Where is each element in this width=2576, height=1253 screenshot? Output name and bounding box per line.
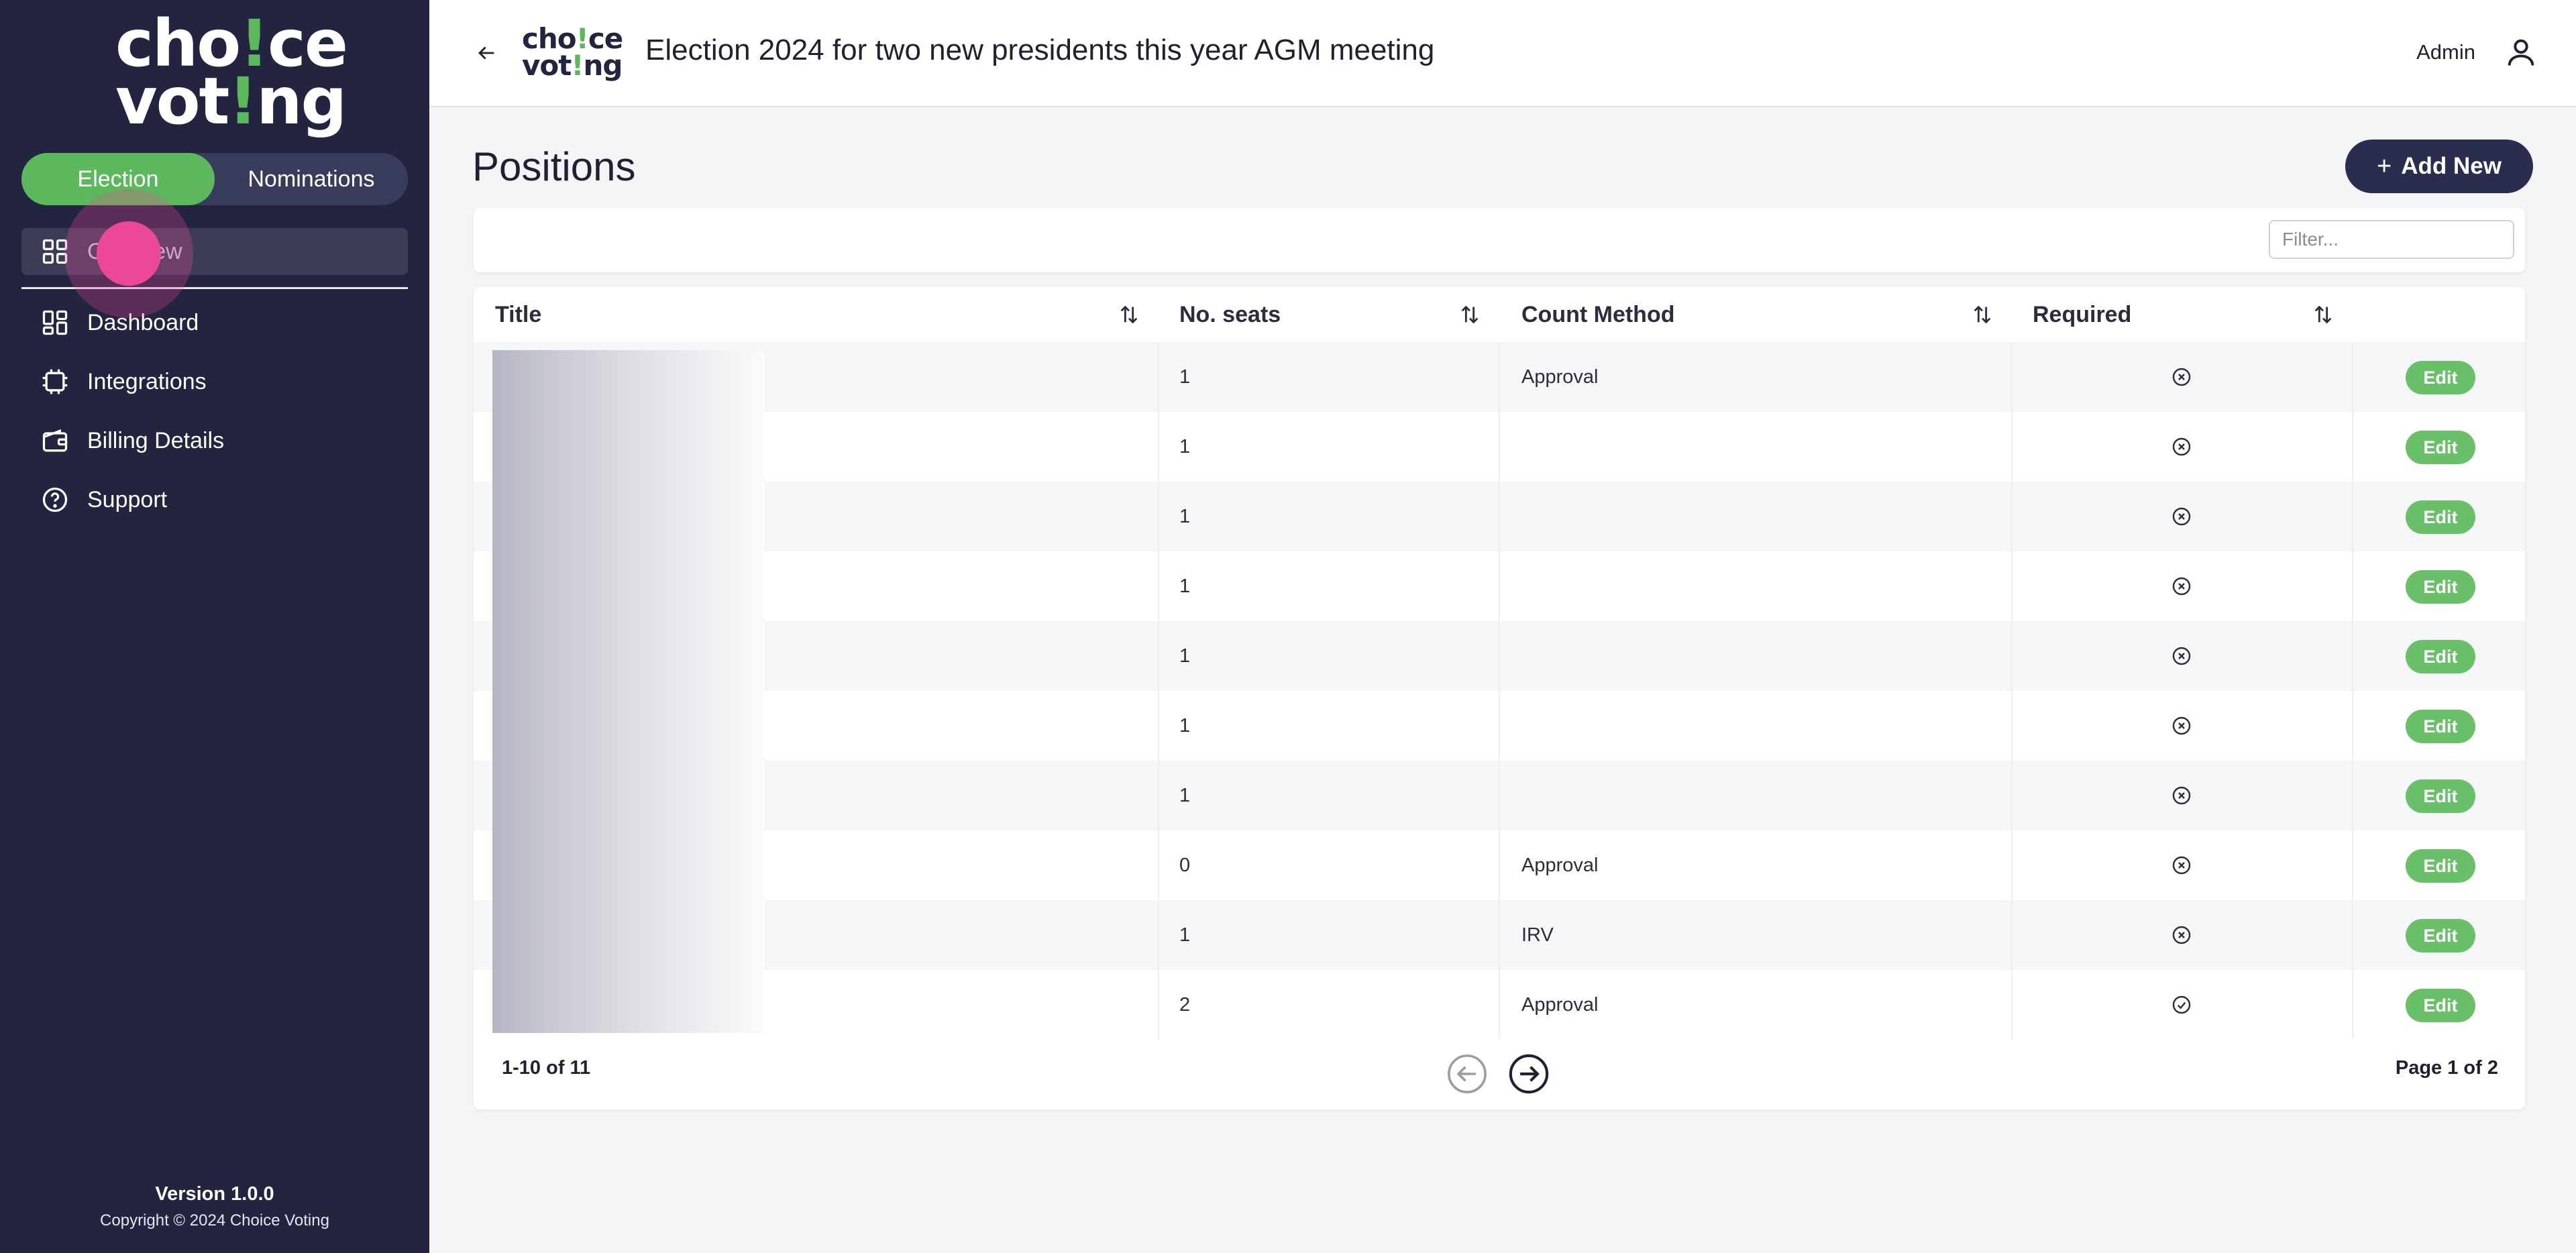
user-icon[interactable]: [2504, 35, 2538, 70]
required-cell: [2171, 482, 2192, 551]
required-cell: [2171, 970, 2192, 1040]
column-divider: [2352, 342, 2353, 1040]
column-header-required[interactable]: Required: [2033, 287, 2131, 342]
count-method-cell: Approval: [1521, 854, 1599, 876]
sidebar-item-label: Support: [87, 486, 168, 512]
app-version: Version 1.0.0: [155, 1183, 274, 1205]
add-new-button[interactable]: + Add New: [2345, 140, 2533, 193]
next-page-button[interactable]: [1508, 1053, 1550, 1095]
pagination-page: Page 1 of 2: [2395, 1057, 2498, 1079]
required-cell: [2171, 342, 2192, 412]
arrow-left-icon: [478, 46, 494, 60]
required-cell: [2171, 691, 2192, 761]
seats-cell: 1: [1179, 784, 1191, 806]
required-cell: [2171, 551, 2192, 621]
sort-icon[interactable]: [1118, 303, 1140, 326]
sort-icon[interactable]: [1971, 303, 1994, 326]
count-method-cell: IRV: [1521, 924, 1554, 946]
sidebar: cho!ce vot!ng Election Nominations Overv…: [0, 0, 429, 1253]
filter-bar: [474, 208, 2525, 272]
x-circle-icon: [2172, 856, 2191, 875]
seats-cell: 2: [1179, 993, 1191, 1016]
sidebar-item-label: Integrations: [87, 368, 207, 394]
edit-button[interactable]: Edit: [2406, 849, 2475, 883]
x-circle-icon: [2172, 716, 2191, 735]
count-method-cell: Approval: [1521, 366, 1599, 388]
wallet-icon: [39, 425, 71, 457]
seats-cell: 0: [1179, 854, 1191, 876]
edit-button[interactable]: Edit: [2406, 710, 2475, 743]
column-divider: [1499, 342, 1500, 1040]
header-logo[interactable]: cho!ce vot!ng: [522, 25, 623, 80]
column-divider: [2011, 342, 2012, 1040]
chip-icon: [39, 366, 71, 398]
positions-table: Title No. seats Count Method Required 1 A…: [474, 287, 2525, 1109]
sidebar-item-support[interactable]: Support: [21, 476, 408, 523]
sidebar-item-integrations[interactable]: Integrations: [21, 358, 408, 405]
required-cell: [2171, 761, 2192, 830]
page-title: Positions: [472, 144, 636, 189]
touch-indicator: [64, 189, 193, 318]
mode-switch: Election Nominations: [21, 153, 408, 205]
seats-cell: 1: [1179, 645, 1191, 667]
seats-cell: 1: [1179, 366, 1191, 388]
seats-cell: 1: [1179, 505, 1191, 527]
seats-cell: 1: [1179, 924, 1191, 946]
sort-icon[interactable]: [1458, 303, 1481, 326]
edit-button[interactable]: Edit: [2406, 640, 2475, 673]
edit-button[interactable]: Edit: [2406, 989, 2475, 1022]
required-cell: [2171, 621, 2192, 691]
copyright: Copyright © 2024 Choice Voting: [100, 1211, 329, 1230]
check-circle-icon: [2172, 995, 2191, 1014]
pagination-range: 1-10 of 11: [502, 1057, 591, 1079]
edit-button[interactable]: Edit: [2406, 570, 2475, 604]
x-circle-icon: [2172, 786, 2191, 805]
column-header-count-method[interactable]: Count Method: [1521, 287, 1675, 342]
choice-voting-logo[interactable]: cho!ce vot!ng: [115, 11, 348, 133]
user-label: Admin: [2416, 40, 2475, 64]
seats-cell: 1: [1179, 714, 1191, 737]
x-circle-icon: [2172, 507, 2191, 526]
seats-cell: 1: [1179, 435, 1191, 457]
edit-button[interactable]: Edit: [2406, 431, 2475, 464]
column-divider: [1158, 342, 1159, 1040]
election-title: Election 2024 for two new presidents thi…: [645, 34, 1435, 66]
edit-button[interactable]: Edit: [2406, 779, 2475, 813]
required-cell: [2171, 900, 2192, 970]
count-method-cell: Approval: [1521, 993, 1599, 1016]
dashboard-icon: [39, 307, 71, 339]
required-cell: [2171, 830, 2192, 900]
sidebar-item-billing-details[interactable]: Billing Details: [21, 417, 408, 464]
column-header-seats[interactable]: No. seats: [1179, 287, 1281, 342]
x-circle-icon: [2172, 926, 2191, 944]
back-button[interactable]: [470, 36, 503, 70]
filter-input[interactable]: [2269, 220, 2514, 259]
sidebar-item-dashboard[interactable]: Dashboard: [21, 299, 408, 346]
tab-nominations[interactable]: Nominations: [215, 153, 408, 205]
edit-button[interactable]: Edit: [2406, 361, 2475, 394]
prev-page-button[interactable]: [1446, 1053, 1488, 1095]
column-header-title[interactable]: Title: [495, 287, 541, 342]
sidebar-item-label: Billing Details: [87, 427, 225, 453]
plus-icon: +: [2377, 152, 2392, 180]
seats-cell: 1: [1179, 575, 1191, 597]
edit-button[interactable]: Edit: [2406, 500, 2475, 534]
required-cell: [2171, 412, 2192, 482]
help-circle-icon: [39, 484, 71, 516]
x-circle-icon: [2172, 437, 2191, 456]
edit-button[interactable]: Edit: [2406, 919, 2475, 952]
x-circle-icon: [2172, 368, 2191, 386]
top-header: cho!ce vot!ng Election 2024 for two new …: [429, 0, 2576, 107]
sort-icon[interactable]: [2312, 303, 2334, 326]
x-circle-icon: [2172, 647, 2191, 665]
redacted-titles: [492, 350, 765, 1033]
table-header: Title No. seats Count Method Required: [474, 287, 2525, 342]
x-circle-icon: [2172, 577, 2191, 596]
